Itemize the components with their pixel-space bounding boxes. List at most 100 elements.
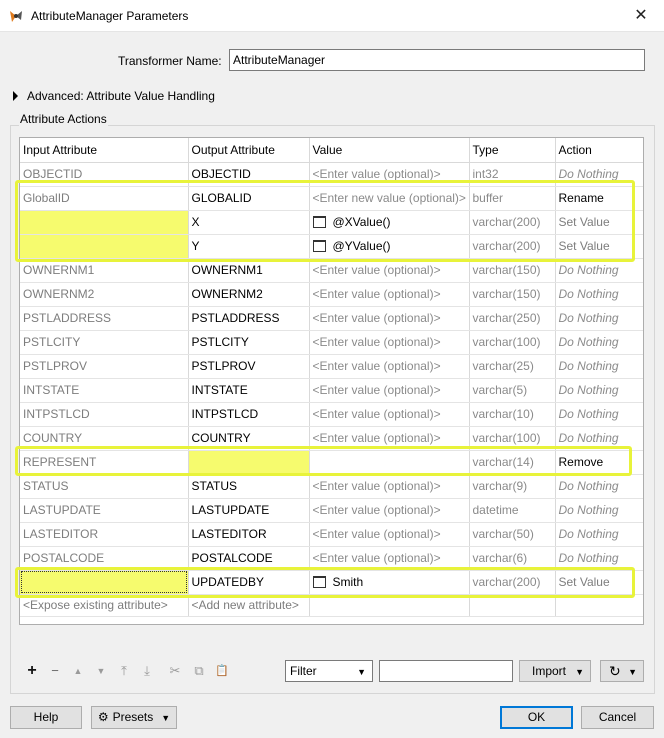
action-cell[interactable]: Set Value <box>555 210 643 235</box>
value-cell[interactable]: <Enter value (optional)> <box>309 306 470 331</box>
output-cell[interactable]: GLOBALID <box>188 186 310 211</box>
table-row[interactable]: PSTLPROV PSTLPROV <Enter value (optional)>… <box>20 354 643 379</box>
table-row[interactable]: LASTUPDATE LASTUPDATE <Enter value (option… <box>20 498 643 523</box>
input-cell[interactable] <box>20 234 189 259</box>
type-cell[interactable]: varchar(25) <box>469 354 556 379</box>
input-cell[interactable]: INTPSTLCD <box>20 402 189 427</box>
input-cell[interactable]: LASTUPDATE <box>20 498 189 523</box>
table-row[interactable]: REPRESENT varchar(14) Remove <box>20 450 643 475</box>
action-cell[interactable]: Do Nothing <box>555 162 643 187</box>
table-row[interactable]: COUNTRY COUNTRY <Enter value (optional)> va… <box>20 426 643 451</box>
type-cell[interactable]: varchar(10) <box>469 402 556 427</box>
cut-icon[interactable]: ✂ <box>165 659 185 683</box>
value-cell[interactable]: <Enter value (optional)> <box>309 378 470 403</box>
input-cell[interactable] <box>20 570 189 595</box>
table-footer-row[interactable]: <Expose existing attribute> <Add new attr… <box>20 594 643 617</box>
table-row[interactable]: GlobalID GLOBALID <Enter new value (option… <box>20 186 643 211</box>
move-up-icon[interactable]: ▲ <box>68 659 88 683</box>
table-row[interactable]: Y @YValue() varchar(200) Set Value <box>20 234 643 259</box>
header-value[interactable]: Value <box>309 138 470 163</box>
output-cell[interactable]: UPDATEDBY <box>188 570 310 595</box>
action-cell[interactable]: Do Nothing <box>555 258 643 283</box>
action-cell[interactable]: Do Nothing <box>555 330 643 355</box>
table-row[interactable]: OBJECTID OBJECTID <Enter value (optional)>… <box>20 162 643 187</box>
header-output-attribute[interactable]: Output Attribute <box>188 138 310 163</box>
input-cell[interactable]: INTSTATE <box>20 378 189 403</box>
value-cell[interactable]: @YValue() <box>309 234 470 259</box>
table-row[interactable]: STATUS STATUS <Enter value (optional)> varc… <box>20 474 643 499</box>
table-row[interactable]: INTPSTLCD INTPSTLCD <Enter value (optional… <box>20 402 643 427</box>
type-cell[interactable]: buffer <box>469 186 556 211</box>
paste-icon[interactable]: 📋 <box>212 659 232 683</box>
value-cell[interactable]: <Enter value (optional)> <box>309 546 470 571</box>
action-cell[interactable]: Set Value <box>555 234 643 259</box>
output-cell[interactable]: PSTLPROV <box>188 354 310 379</box>
value-cell[interactable]: <Enter value (optional)> <box>309 522 470 547</box>
table-row[interactable]: OWNERNM2 OWNERNM2 <Enter value (optional)>… <box>20 282 643 307</box>
type-cell[interactable]: varchar(100) <box>469 426 556 451</box>
type-cell[interactable]: varchar(100) <box>469 330 556 355</box>
output-cell[interactable]: INTSTATE <box>188 378 310 403</box>
value-cell[interactable]: <Enter value (optional)> <box>309 162 470 187</box>
action-cell[interactable]: Set Value <box>555 570 643 595</box>
table-row[interactable]: UPDATEDBY Smith varchar(200) Set Value <box>20 570 643 595</box>
input-cell[interactable]: POSTALCODE <box>20 546 189 571</box>
advanced-section-toggle[interactable]: Advanced: Attribute Value Handling <box>13 89 215 103</box>
value-cell[interactable]: <Enter value (optional)> <box>309 330 470 355</box>
type-cell[interactable]: varchar(5) <box>469 378 556 403</box>
add-row-icon[interactable]: + <box>22 659 42 683</box>
output-cell[interactable]: Y <box>188 234 310 259</box>
input-cell[interactable] <box>20 210 189 235</box>
output-cell[interactable]: PSTLCITY <box>188 330 310 355</box>
input-cell[interactable]: STATUS <box>20 474 189 499</box>
table-row[interactable]: POSTALCODE POSTALCODE <Enter value (option… <box>20 546 643 571</box>
output-cell[interactable]: INTPSTLCD <box>188 402 310 427</box>
value-cell[interactable]: Smith <box>309 570 470 595</box>
action-cell[interactable]: Do Nothing <box>555 474 643 499</box>
input-cell[interactable]: OBJECTID <box>20 162 189 187</box>
value-cell[interactable]: <Enter value (optional)> <box>309 258 470 283</box>
type-cell[interactable]: int32 <box>469 162 556 187</box>
transformer-name-input[interactable]: AttributeManager <box>229 49 645 71</box>
close-icon[interactable]: ✕ <box>630 5 652 27</box>
input-cell[interactable]: PSTLCITY <box>20 330 189 355</box>
table-row[interactable]: PSTLCITY PSTLCITY <Enter value (optional)>… <box>20 330 643 355</box>
action-cell[interactable]: Do Nothing <box>555 354 643 379</box>
help-button[interactable]: Help <box>10 706 82 729</box>
output-cell[interactable]: LASTUPDATE <box>188 498 310 523</box>
action-cell[interactable]: Do Nothing <box>555 522 643 547</box>
type-cell[interactable]: varchar(14) <box>469 450 556 475</box>
import-button[interactable]: Import ▼ <box>519 660 591 682</box>
header-action[interactable]: Action <box>555 138 643 163</box>
output-cell[interactable]: OBJECTID <box>188 162 310 187</box>
action-cell[interactable]: Do Nothing <box>555 402 643 427</box>
type-cell[interactable]: varchar(9) <box>469 474 556 499</box>
value-cell[interactable]: <Enter new value (optional)> <box>309 186 470 211</box>
output-cell[interactable]: LASTEDITOR <box>188 522 310 547</box>
output-cell[interactable]: COUNTRY <box>188 426 310 451</box>
presets-button[interactable]: ⚙ Presets ▼ <box>91 706 177 729</box>
cancel-button[interactable]: Cancel <box>581 706 654 729</box>
value-cell[interactable]: <Enter value (optional)> <box>309 402 470 427</box>
input-cell[interactable]: PSTLPROV <box>20 354 189 379</box>
table-row[interactable]: INTSTATE INTSTATE <Enter value (optional)>… <box>20 378 643 403</box>
header-type[interactable]: Type <box>469 138 556 163</box>
type-cell[interactable]: varchar(200) <box>469 210 556 235</box>
input-cell[interactable]: REPRESENT <box>20 450 189 475</box>
remove-row-icon[interactable]: − <box>45 659 65 683</box>
value-cell[interactable]: <Enter value (optional)> <box>309 498 470 523</box>
value-cell[interactable]: <Enter value (optional)> <box>309 282 470 307</box>
header-input-attribute[interactable]: Input Attribute <box>20 138 189 163</box>
output-cell[interactable]: POSTALCODE <box>188 546 310 571</box>
value-cell[interactable]: @XValue() <box>309 210 470 235</box>
move-to-top-icon[interactable]: ⤒ <box>114 659 134 683</box>
input-cell[interactable]: LASTEDITOR <box>20 522 189 547</box>
output-cell[interactable]: X <box>188 210 310 235</box>
value-cell[interactable]: <Enter value (optional)> <box>309 474 470 499</box>
ok-button[interactable]: OK <box>500 706 573 729</box>
output-cell[interactable]: STATUS <box>188 474 310 499</box>
input-cell[interactable]: GlobalID <box>20 186 189 211</box>
action-cell[interactable]: Do Nothing <box>555 426 643 451</box>
refresh-button[interactable]: ↻ ▼ <box>600 660 644 682</box>
action-cell[interactable]: Do Nothing <box>555 306 643 331</box>
